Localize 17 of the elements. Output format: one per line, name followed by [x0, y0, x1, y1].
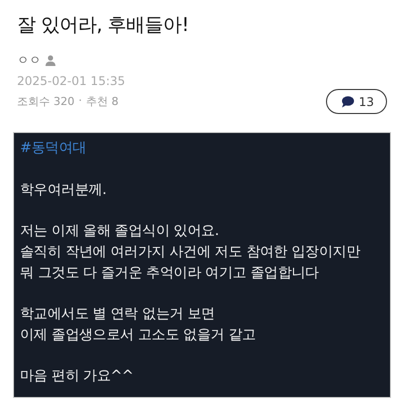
- text-line: 마음 편히 가요^^: [20, 367, 134, 386]
- view-count: 조회수 320: [17, 94, 74, 109]
- author-name[interactable]: ㅇㅇ: [17, 52, 41, 68]
- text-line: 학교에서도 별 연락 없는거 보면: [20, 305, 216, 324]
- comment-button[interactable]: 13: [326, 89, 387, 114]
- post-title: 잘 있어라, 후배들아!: [17, 13, 190, 38]
- text-line: 솔직히 작년에 여러가지 사건에 저도 참여한 입장이지만: [20, 243, 362, 262]
- speech-bubble-icon: [340, 96, 354, 108]
- separator-dot: ·: [78, 94, 82, 109]
- recommend-count: 추천 8: [86, 94, 118, 109]
- text-line: 뭐 그것도 다 즐거운 추억이라 여기고 졸업합니다: [20, 264, 320, 283]
- hashtag: #동덕여대: [20, 139, 88, 158]
- text-line: 이제 졸업생으로서 고소도 없을거 같고: [20, 326, 257, 345]
- text-line: 학우여러분께.: [20, 181, 108, 200]
- text-line: 저는 이제 올해 졸업식이 있어요.: [20, 222, 220, 241]
- post-date: 2025-02-01 15:35: [17, 73, 126, 89]
- person-icon: [45, 54, 56, 66]
